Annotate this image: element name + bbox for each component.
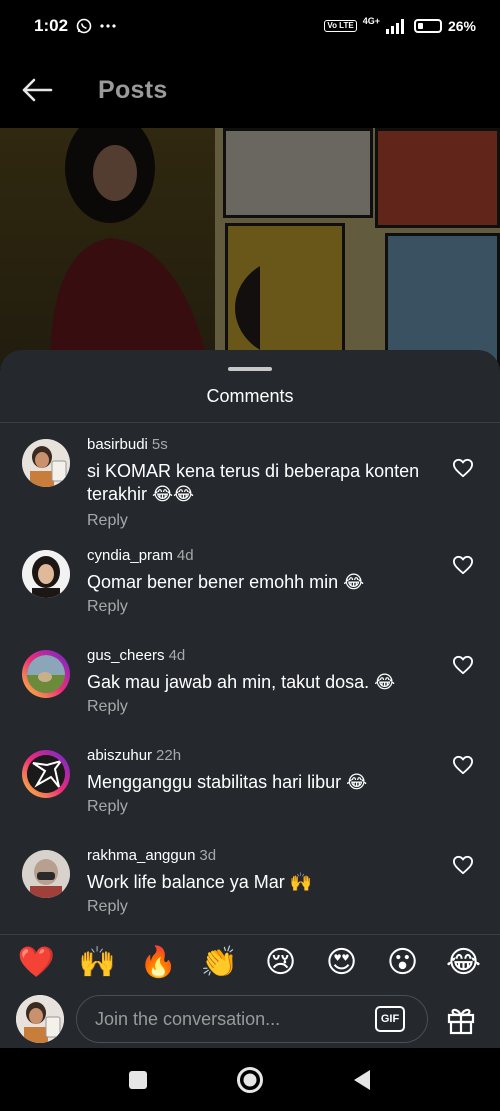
comment-time: 4d [176,547,194,564]
emoji-reaction-bar: ❤️ 🙌 🔥 👏 😢 😍 😮 😂 [0,934,500,990]
reply-button[interactable]: Reply [87,898,128,916]
emoji-heart-button[interactable]: ❤️ [17,947,57,978]
home-button[interactable] [236,1066,264,1094]
heart-icon[interactable] [452,855,474,875]
comment-time: 3d [199,847,217,864]
heart-icon[interactable] [452,755,474,775]
heart-icon[interactable] [452,458,474,478]
comment-item: rakhma_anggun 3d Work life balance ya Mar… [0,845,500,934]
reply-button[interactable]: Reply [87,598,128,616]
comment-item: basirbudi 5s si KOMAR kena terus di beber… [0,434,500,545]
emoji-raised-hands-button[interactable]: 🙌 [78,947,118,978]
avatar-with-story-ring[interactable] [22,650,70,698]
gift-icon[interactable] [445,1004,477,1036]
reply-button[interactable]: Reply [87,512,128,530]
back-nav-button[interactable] [352,1069,372,1091]
avatar-with-story-ring[interactable] [22,750,70,798]
comment-time: 4d [168,647,186,664]
comment-username[interactable]: abiszuhur [87,747,152,764]
emoji-fire-button[interactable]: 🔥 [139,947,179,978]
drag-handle[interactable] [228,367,272,371]
gif-button[interactable]: GIF [375,1006,405,1032]
avatar[interactable] [22,550,70,598]
comment-username[interactable]: basirbudi [87,436,148,453]
comment-item: cyndia_pram 4d Qomar bener bener emohh mi… [0,545,500,645]
arrow-left-icon [22,78,53,102]
comment-item: gus_cheers 4d Gak mau jawab ah min, takut… [0,645,500,745]
system-nav-bar [0,1048,500,1111]
comment-item: abiszuhur 22h Mengganggu stabilitas hari … [0,745,500,845]
back-button[interactable] [2,52,72,128]
battery-icon [413,19,442,33]
comment-text: Qomar bener bener emohh min 😂 [87,572,365,592]
emoji-surprised-button[interactable]: 😮 [383,947,423,978]
comment-username[interactable]: cyndia_pram [87,547,173,564]
header: Posts [0,52,500,128]
comment-text: si KOMAR kena terus di beberapa konten t… [87,461,420,504]
sheet-title: Comments [206,386,294,406]
comment-time: 22h [156,747,182,764]
emoji-laughing-button[interactable]: 😂 [444,947,484,978]
network-type: 4G+ [362,16,380,26]
status-bar: 1:02 Vo LTE 4G+ 26% [0,0,500,52]
recent-apps-button[interactable] [128,1070,148,1090]
more-notifications-icon [100,24,116,28]
heart-icon[interactable] [452,655,474,675]
comment-text: Gak mau jawab ah min, takut dosa. 😂 [87,672,396,692]
comment-text: Work life balance ya Mar 🙌 [87,872,313,892]
whatsapp-icon [76,18,92,34]
page-title: Posts [98,75,168,104]
reply-button[interactable]: Reply [87,698,128,716]
reply-button[interactable]: Reply [87,798,128,816]
emoji-heart-eyes-button[interactable]: 😍 [322,947,362,978]
volte-badge: Vo LTE [324,20,357,32]
emoji-crying-button[interactable]: 😢 [261,947,301,978]
emoji-clap-button[interactable]: 👏 [200,947,240,978]
avatar[interactable] [22,439,70,487]
status-time: 1:02 [34,16,69,35]
avatar[interactable] [22,850,70,898]
signal-icon [385,19,404,34]
comment-username[interactable]: rakhma_anggun [87,847,195,864]
comment-time: 5s [151,436,168,453]
my-avatar [16,995,64,1043]
comment-username[interactable]: gus_cheers [87,647,165,664]
divider [0,422,500,423]
battery-percent: 26% [447,18,476,34]
comment-composer: GIF [0,990,500,1048]
heart-icon[interactable] [452,555,474,575]
post-media[interactable] [0,128,500,368]
comment-list[interactable]: basirbudi 5s si KOMAR kena terus di beber… [0,434,500,934]
comment-text: Mengganggu stabilitas hari libur 😂 [87,772,368,792]
